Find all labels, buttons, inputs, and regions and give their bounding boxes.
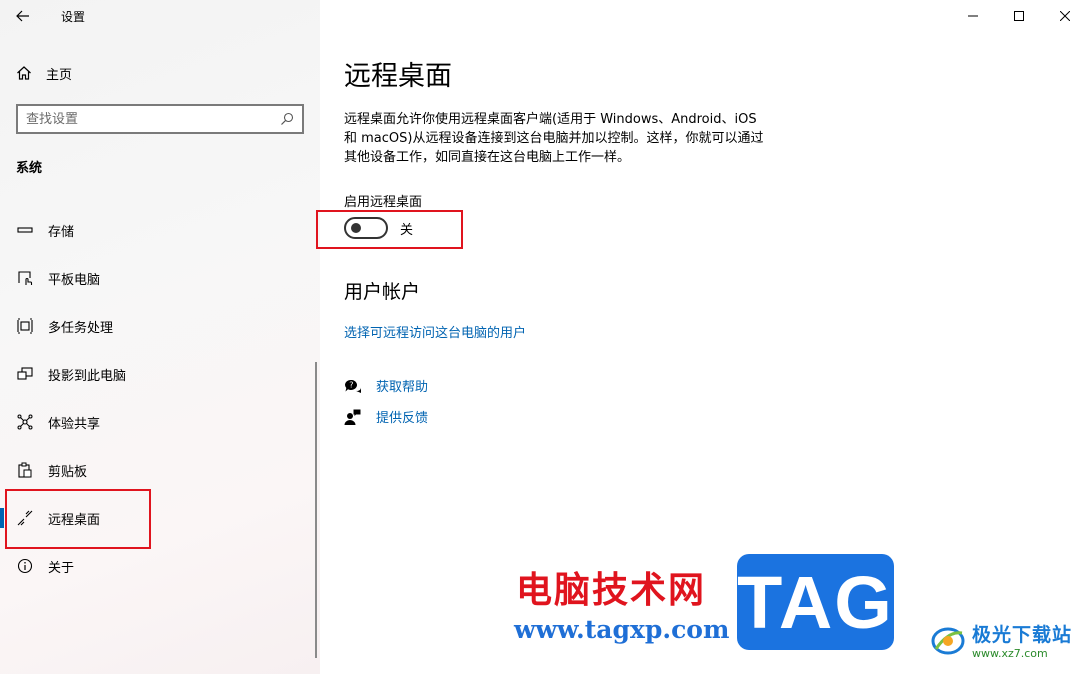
user-accounts-title: 用户帐户: [344, 281, 421, 303]
search-icon[interactable]: [280, 112, 294, 126]
sidebar: 设置 主页 系统 存储 平板电脑 多任务处理 投影到此电脑 体验共享: [0, 0, 320, 674]
page-description: 远程桌面允许你使用远程桌面客户端(适用于 Windows、Android、iOS…: [344, 110, 794, 167]
get-help-label: 获取帮助: [376, 380, 429, 395]
watermark-site-url: www.tagxp.com: [514, 615, 730, 644]
tablet-icon: [16, 269, 34, 287]
back-button[interactable]: [0, 0, 46, 32]
search-input[interactable]: [26, 111, 280, 127]
jiguang-logo-icon: [931, 627, 965, 655]
sidebar-item-label: 关于: [48, 560, 75, 576]
watermark-site-name: 电脑技术网: [516, 569, 707, 611]
close-icon: [1060, 11, 1070, 21]
description-line: 和 macOS)从远程设备连接到这台电脑并加以控制。这样，你就可以通过: [344, 131, 764, 146]
section-label: 系统: [16, 161, 43, 176]
sidebar-scrollbar[interactable]: [315, 362, 317, 658]
home-nav-item[interactable]: 主页: [16, 60, 72, 86]
sidebar-item-tablet[interactable]: 平板电脑: [0, 254, 320, 302]
jiguang-text: 极光下载站 www.xz7.com: [972, 620, 1072, 660]
jiguang-url: www.xz7.com: [972, 647, 1048, 660]
page-title: 远程桌面: [344, 61, 452, 92]
app-title: 设置: [61, 9, 86, 24]
sidebar-item-label: 存储: [48, 224, 75, 240]
info-icon: [16, 557, 34, 575]
sidebar-item-share[interactable]: 体验共享: [0, 398, 320, 446]
remote-desktop-toggle-label: 启用远程桌面: [344, 195, 423, 210]
home-label: 主页: [46, 67, 73, 83]
feedback-person-icon: [344, 409, 361, 425]
sidebar-item-label: 多任务处理: [48, 320, 114, 336]
sidebar-item-label: 投影到此电脑: [48, 368, 127, 384]
sidebar-item-clipboard[interactable]: 剪贴板: [0, 446, 320, 494]
window-controls: [950, 0, 1088, 32]
storage-icon: [16, 221, 34, 239]
sidebar-item-project[interactable]: 投影到此电脑: [0, 350, 320, 398]
maximize-icon: [1014, 11, 1024, 21]
share-icon: [16, 413, 34, 431]
annotation-highlight-box: [5, 489, 151, 549]
sidebar-item-label: 平板电脑: [48, 272, 101, 288]
sidebar-item-multitasking[interactable]: 多任务处理: [0, 302, 320, 350]
svg-text:?: ?: [349, 380, 353, 389]
sidebar-item-label: 体验共享: [48, 416, 101, 432]
sidebar-item-storage[interactable]: 存储: [0, 206, 320, 254]
search-box[interactable]: [16, 104, 304, 134]
give-feedback-link[interactable]: 提供反馈: [344, 407, 428, 426]
jiguang-name: 极光下载站: [972, 624, 1073, 646]
watermark-jiguang: 极光下载站 www.xz7.com: [930, 620, 1072, 660]
sidebar-item-about[interactable]: 关于: [0, 542, 320, 590]
minimize-button[interactable]: [950, 0, 996, 32]
annotation-highlight-box: [316, 210, 463, 249]
home-icon: [17, 66, 31, 80]
description-line: 其他设备工作，如同直接在这台电脑上工作一样。: [344, 150, 631, 165]
minimize-icon: [968, 15, 978, 17]
multitasking-icon: [16, 317, 34, 335]
back-arrow-icon: [16, 10, 29, 22]
watermark-tag-logo: TAG: [737, 554, 894, 650]
help-chat-icon: ?: [344, 379, 361, 393]
title-bar: 设置: [0, 0, 320, 32]
close-button[interactable]: [1042, 0, 1088, 32]
maximize-button[interactable]: [996, 0, 1042, 32]
sidebar-item-label: 剪贴板: [48, 464, 88, 480]
give-feedback-label: 提供反馈: [376, 411, 429, 426]
clipboard-icon: [16, 461, 34, 479]
select-users-link[interactable]: 选择可远程访问这台电脑的用户: [344, 322, 526, 341]
description-line: 远程桌面允许你使用远程桌面客户端(适用于 Windows、Android、iOS: [344, 112, 757, 127]
project-icon: [16, 365, 34, 383]
get-help-link[interactable]: ? 获取帮助: [344, 376, 428, 395]
